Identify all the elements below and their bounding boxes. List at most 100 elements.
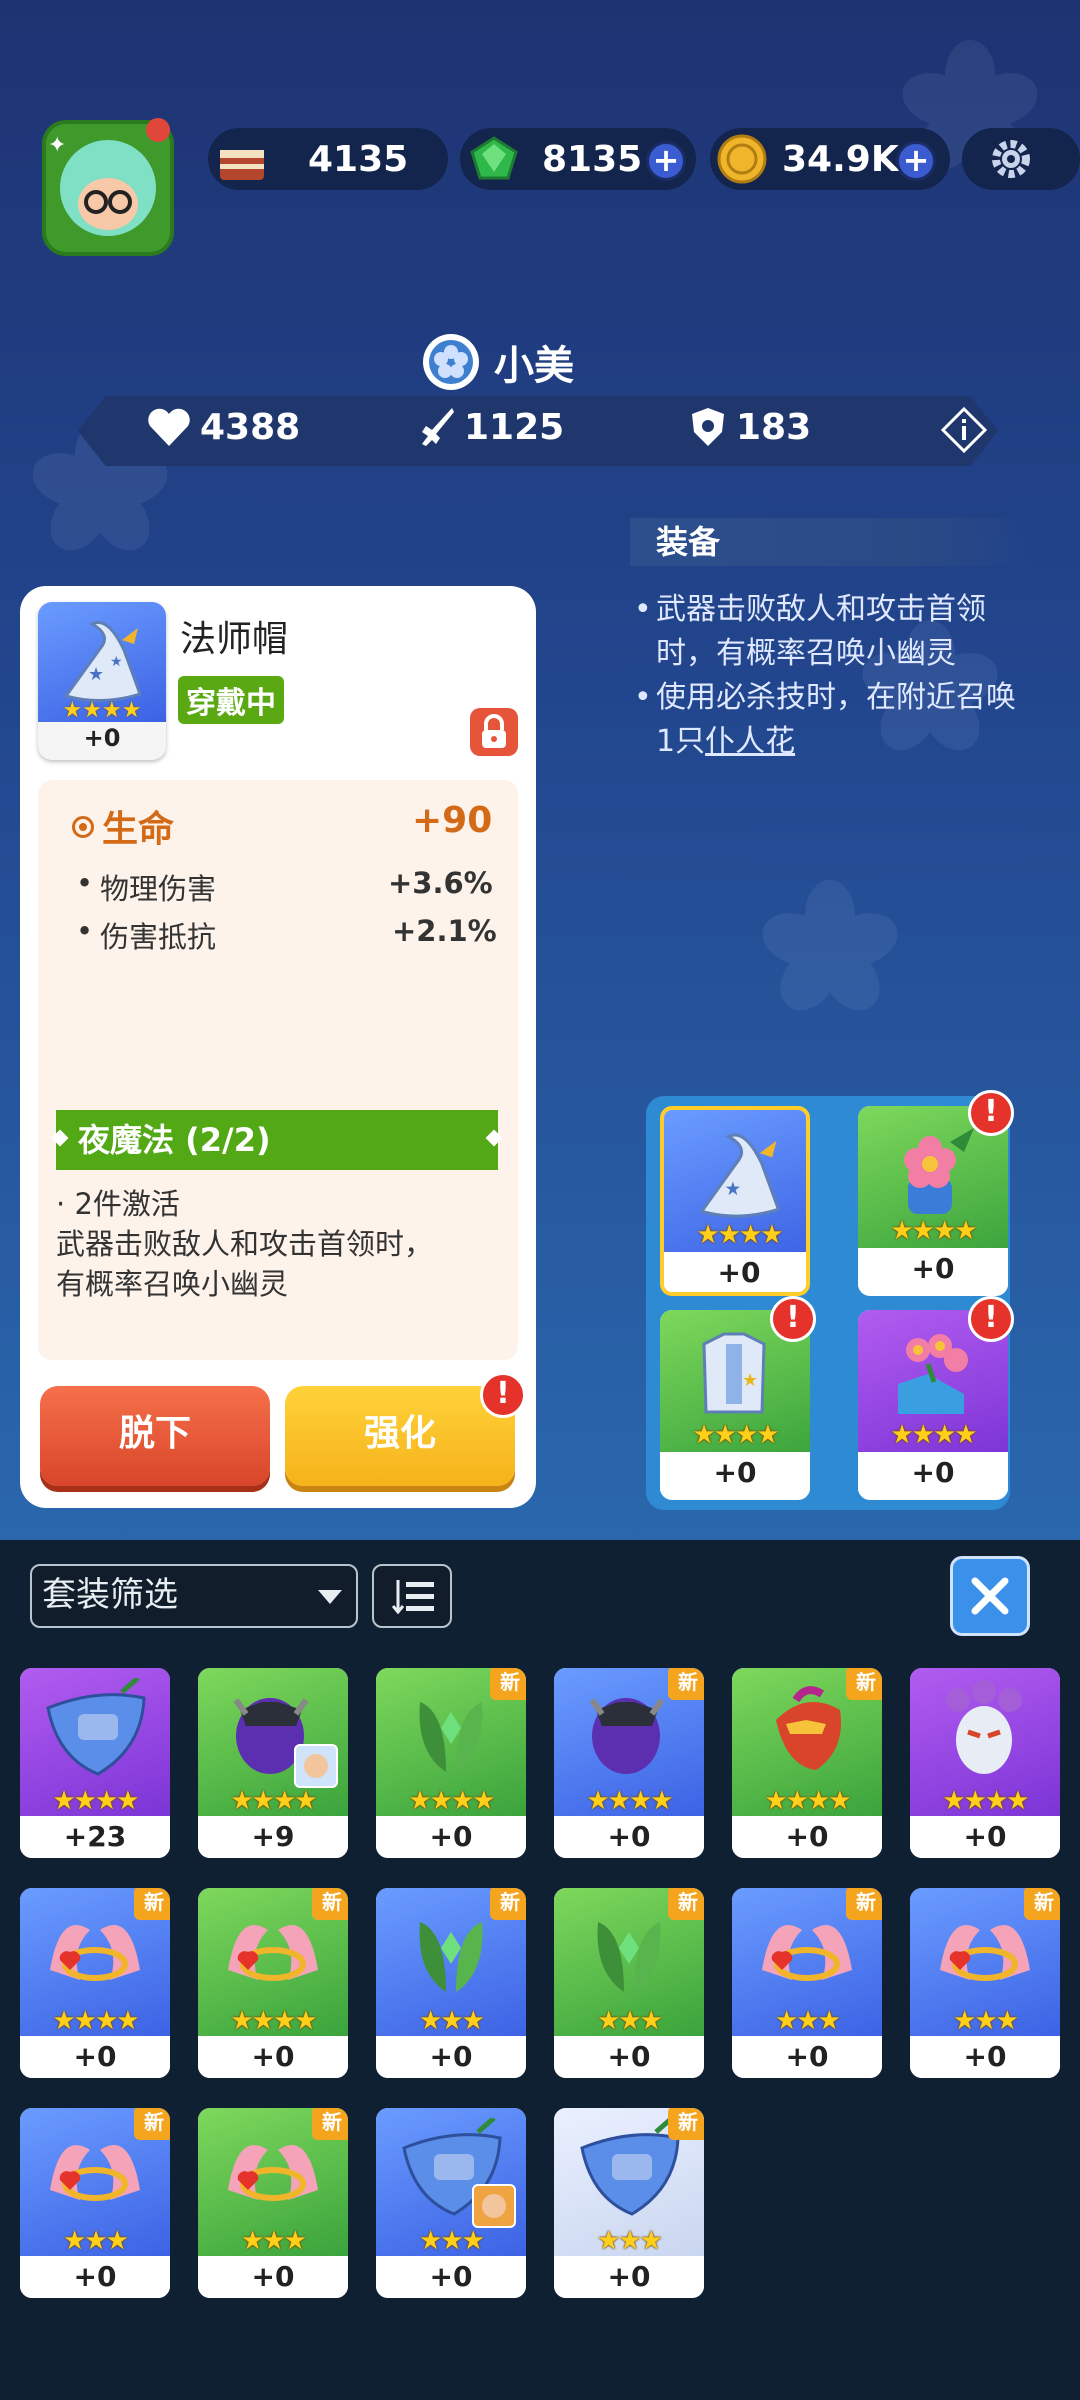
new-badge: 新 xyxy=(134,2108,170,2140)
item-level: +0 xyxy=(20,2256,170,2298)
inventory-item[interactable]: 新 ★★★★ +0 xyxy=(198,1888,348,2078)
inventory-item[interactable]: 新 ★★★★ +0 xyxy=(732,1668,882,1858)
item-level: +0 xyxy=(376,2256,526,2298)
new-badge: 新 xyxy=(490,1888,526,1920)
slot-stars: ★★★★ xyxy=(890,1216,977,1246)
helmet-icon xyxy=(46,1678,146,1776)
sub-stat-label: 伤害抵抗 xyxy=(100,920,217,954)
servant-flower-link[interactable]: 仆人花 xyxy=(705,724,795,759)
hero-name: 小美 xyxy=(494,343,574,389)
coin-icon xyxy=(717,134,767,184)
defense-value: 183 xyxy=(736,406,812,448)
add-gems-button[interactable]: + xyxy=(646,141,686,181)
inventory-item[interactable]: ★★★★ +0 xyxy=(910,1668,1060,1858)
inventory-item[interactable]: ★★★★ +23 xyxy=(20,1668,170,1858)
new-badge: 新 xyxy=(1024,1888,1060,1920)
item-name: 法师帽 xyxy=(180,619,289,660)
inventory-item[interactable]: ★★★ +0 xyxy=(376,2108,526,2298)
leaf-armor-icon xyxy=(419,1702,483,1772)
equipped-badge: 穿戴中 xyxy=(178,676,284,724)
new-badge: 新 xyxy=(312,2108,348,2140)
gem-resource: 8135 + xyxy=(460,128,696,190)
inventory-item[interactable]: 新 ★★★ +0 xyxy=(554,1888,704,2078)
lock-button[interactable] xyxy=(470,708,518,756)
inventory-item[interactable]: 新 ★★★★ +0 xyxy=(376,1668,526,1858)
new-badge: 新 xyxy=(312,1888,348,1920)
hp-stat: 4388 xyxy=(146,406,300,448)
gear-icon xyxy=(992,140,1030,178)
inventory-item[interactable]: 新 ★★★ +0 xyxy=(732,1888,882,2078)
hero-portrait-badge xyxy=(294,1744,338,1788)
item-stars: ★★★★ xyxy=(230,1786,317,1816)
item-stars: ★★★★ xyxy=(942,1786,1029,1816)
slot-hat[interactable]: ★ ★★★★ +0 xyxy=(660,1106,810,1296)
item-stars: ★★★★ xyxy=(62,698,142,723)
inventory-item[interactable]: ★★★★ +9 xyxy=(198,1668,348,1858)
slot-stars: ★★★★ xyxy=(890,1420,977,1450)
stat-bullet: • xyxy=(76,914,94,948)
set-count-text: 2件激活 xyxy=(74,1187,180,1221)
add-coins-button[interactable]: + xyxy=(896,141,936,181)
svg-text:★: ★ xyxy=(88,664,104,685)
set-filter-label: 套装筛选 xyxy=(42,1575,178,1615)
svg-text:✦: ✦ xyxy=(48,133,66,158)
lock-icon xyxy=(482,714,506,748)
set-desc: 有概率召唤小幽灵 xyxy=(56,1267,289,1301)
gem-icon xyxy=(470,136,518,180)
equip-description: 武器击败敌人和攻击首领时，有概率召唤小幽灵 使用必杀技时，在附近召唤1只仆人花 xyxy=(630,588,1030,764)
set-filter-dropdown[interactable]: 套装筛选 xyxy=(30,1564,358,1628)
inventory-item[interactable]: 新 ★★★ +0 xyxy=(20,2108,170,2298)
heart-icon xyxy=(148,408,190,446)
cake-resource: 4135 xyxy=(208,128,448,190)
sort-button[interactable] xyxy=(372,1564,452,1628)
item-stars: ★★★★ xyxy=(764,1786,851,1816)
item-level: +23 xyxy=(20,1816,170,1858)
inventory-item[interactable]: 新 ★★★ +0 xyxy=(554,2108,704,2298)
main-stat-icon xyxy=(72,816,94,838)
slot-alert-icon: ! xyxy=(968,1296,1014,1342)
item-stars: ★★★★ xyxy=(230,2006,317,2036)
inventory-item[interactable]: 新 ★★★ +0 xyxy=(910,1888,1060,2078)
info-button[interactable] xyxy=(940,406,988,458)
inventory-item[interactable]: 新 ★★★ +0 xyxy=(376,1888,526,2078)
inventory-item[interactable]: 新 ★★★ +0 xyxy=(198,2108,348,2298)
inventory-item[interactable]: 新 ★★★★ +0 xyxy=(20,1888,170,2078)
flower-class-icon xyxy=(423,334,479,390)
sub-stat-value: +3.6% xyxy=(388,866,493,900)
new-badge: 新 xyxy=(490,1668,526,1700)
inventory-item[interactable]: 新 ★★★★ +0 xyxy=(554,1668,704,1858)
close-icon xyxy=(971,1577,1009,1615)
hero-portrait-badge xyxy=(472,2184,516,2228)
close-button[interactable] xyxy=(950,1556,1030,1636)
sort-icon xyxy=(392,1580,434,1615)
item-stars: ★★★★ xyxy=(586,1786,673,1816)
hp-value: 4388 xyxy=(200,406,301,448)
item-stars: ★★★ xyxy=(419,2006,485,2036)
flower-glove-icon xyxy=(904,1128,974,1214)
equip-section-title: 装备 xyxy=(630,518,1030,566)
unequip-button[interactable]: 脱下 xyxy=(40,1386,270,1486)
slot-alert-icon: ! xyxy=(968,1090,1014,1136)
sub-stat-value: +2.1% xyxy=(392,914,497,948)
coin-resource: 34.9K + xyxy=(710,128,950,190)
item-stars: ★★★★ xyxy=(52,2006,139,2036)
item-stars: ★★★ xyxy=(241,2226,307,2256)
equip-desc-line: 使用必杀技时，在附近召唤1只仆人花 xyxy=(630,676,1030,764)
phoenix-mask-icon xyxy=(776,1686,841,1770)
flower-boots-icon xyxy=(898,1334,968,1414)
leaf-armor-icon xyxy=(597,1922,661,1992)
item-stars: ★★★ xyxy=(63,2226,129,2256)
slot-level: +0 xyxy=(858,1452,1008,1494)
item-level: +0 xyxy=(376,2036,526,2078)
medusa-mask-icon xyxy=(946,1680,1022,1774)
settings-button[interactable] xyxy=(962,128,1080,190)
item-level: +0 xyxy=(376,1816,526,1858)
hero-name-row: 小美 xyxy=(420,330,574,394)
slot-stars: ★★★★ xyxy=(696,1220,783,1250)
player-avatar[interactable]: ✦ xyxy=(38,112,178,262)
set-desc: 武器击败敌人和攻击首领时， xyxy=(56,1227,434,1261)
flower-decoration xyxy=(755,880,905,1022)
gem-count: 8135 xyxy=(542,139,643,180)
new-badge: 新 xyxy=(846,1888,882,1920)
main-stat-value: +90 xyxy=(412,800,493,841)
